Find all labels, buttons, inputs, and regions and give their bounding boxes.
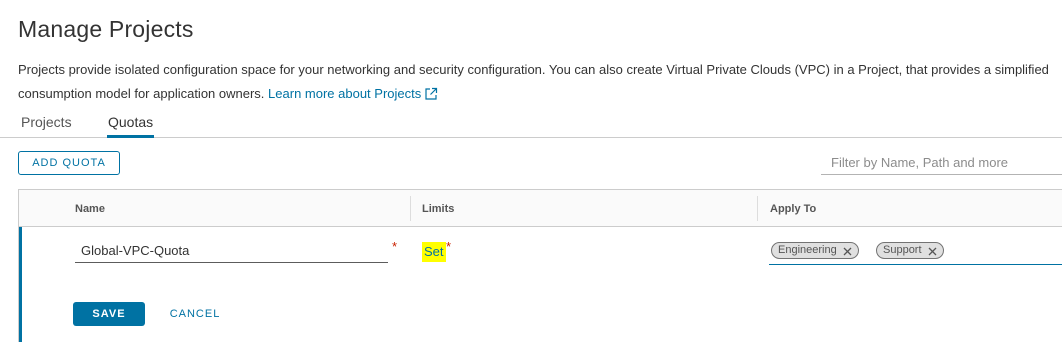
row-accent-bar: [19, 227, 22, 342]
filter-input[interactable]: [821, 151, 1062, 175]
tab-projects[interactable]: Projects: [21, 114, 72, 138]
close-icon[interactable]: [843, 246, 852, 256]
tab-bar: Projects Quotas: [0, 106, 1062, 138]
quota-edit-row: * Set * Engineering Support SAVE CANCEL: [19, 227, 1062, 342]
page-description: Projects provide isolated configuration …: [18, 58, 1058, 109]
add-quota-button[interactable]: ADD QUOTA: [18, 151, 120, 175]
column-separator[interactable]: [410, 196, 411, 221]
apply-to-field[interactable]: Engineering Support: [769, 239, 1062, 265]
apply-to-chip: Support: [876, 242, 944, 259]
tab-quotas[interactable]: Quotas: [107, 114, 155, 138]
quota-name-field[interactable]: [75, 239, 388, 263]
required-marker: *: [392, 239, 398, 254]
column-separator[interactable]: [757, 196, 758, 221]
quota-grid: Name Limits Apply To * Set * Engineering…: [18, 189, 1062, 342]
limits-set-link[interactable]: Set: [422, 242, 446, 262]
column-header-limits[interactable]: Limits: [422, 203, 454, 215]
apply-to-chip: Engineering: [771, 242, 859, 259]
chip-label: Support: [883, 244, 922, 256]
chip-label: Engineering: [778, 244, 837, 256]
learn-more-link[interactable]: Learn more about Projects: [268, 86, 438, 101]
required-marker: *: [446, 239, 452, 254]
cancel-button[interactable]: CANCEL: [159, 302, 231, 326]
close-icon[interactable]: [928, 246, 937, 256]
description-text: Projects provide isolated configuration …: [18, 62, 1049, 101]
column-header-name[interactable]: Name: [75, 203, 105, 215]
page-title: Manage Projects: [18, 16, 194, 42]
save-button[interactable]: SAVE: [73, 302, 145, 326]
grid-header: Name Limits Apply To: [19, 190, 1062, 227]
column-header-apply-to[interactable]: Apply To: [770, 203, 816, 215]
learn-more-label: Learn more about Projects: [268, 86, 422, 101]
